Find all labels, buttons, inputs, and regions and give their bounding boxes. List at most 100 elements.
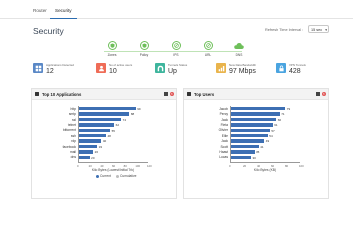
close-icon[interactable]: × — [321, 91, 326, 96]
bar[interactable] — [230, 107, 286, 111]
bar[interactable] — [230, 144, 259, 149]
x-tick-label: 40 — [100, 163, 104, 168]
bar-value-label: 49 — [265, 139, 270, 144]
bar-value-label: 55 — [111, 128, 115, 133]
x-tick-label: 100 — [135, 163, 140, 168]
status-policy[interactable]: Policy — [134, 41, 154, 57]
bar[interactable] — [78, 123, 115, 127]
bar-category-label: Jacob — [219, 106, 228, 111]
tile-label: Applications Detected — [46, 63, 74, 67]
bar[interactable] — [230, 112, 280, 116]
chevron-down-icon: ▾ — [325, 28, 327, 32]
panel-title: Top 10 Applications — [42, 91, 82, 97]
tile-value: 12 — [46, 68, 54, 75]
bar-category-label: bittorrent — [62, 128, 76, 133]
legend-swatch — [96, 174, 99, 178]
bar-value-label: 88 — [130, 112, 135, 117]
bar-value-label: 79 — [286, 106, 291, 111]
tile-applications[interactable]: Applications Detected 12 — [33, 62, 87, 79]
x-tick-label: 80 — [123, 163, 127, 168]
users-icon — [96, 63, 106, 73]
bar[interactable] — [230, 128, 270, 132]
bar[interactable] — [78, 117, 122, 122]
tile-vpn-tunnels[interactable]: VPN Tunnels 428 — [276, 62, 330, 79]
bar-value-label: 41 — [260, 144, 264, 149]
bar-category-label: mail — [69, 149, 76, 154]
bar-value-label: 71 — [281, 112, 285, 117]
tile-active-users[interactable]: No of active users 10 — [96, 62, 150, 79]
x-tick-label: 80 — [285, 163, 289, 168]
status-label: Zones — [107, 53, 117, 57]
bar[interactable] — [78, 107, 136, 111]
tile-label: Tunnels Status — [168, 63, 188, 67]
legend-item[interactable]: Cumulative — [116, 174, 137, 178]
bar[interactable] — [230, 117, 277, 122]
grid-icon[interactable] — [164, 92, 168, 96]
bar[interactable] — [230, 134, 268, 138]
bar[interactable] — [78, 128, 111, 132]
shield-check-icon — [139, 41, 149, 50]
refresh-interval-select[interactable]: 15 sec ▾ — [308, 25, 329, 33]
y-axis — [78, 106, 79, 162]
bar-category-label: ssh — [70, 133, 76, 138]
bar[interactable] — [78, 139, 102, 143]
y-axis — [230, 106, 231, 162]
bar[interactable] — [78, 155, 90, 159]
tab-bar: Router Security — [0, 0, 353, 19]
bar[interactable] — [230, 155, 251, 159]
bar[interactable] — [230, 139, 265, 143]
tunnel-icon — [155, 63, 165, 73]
bar[interactable] — [230, 150, 255, 154]
chart-icon — [35, 92, 39, 96]
bar-value-label: 26 — [94, 150, 98, 155]
legend-label: Current — [100, 174, 111, 178]
panel-header: Top Users × — [184, 89, 328, 100]
block-icon — [171, 41, 181, 50]
bar-category-label: Scott — [220, 144, 228, 149]
bar[interactable] — [78, 144, 98, 149]
bar-category-label: Percy — [219, 112, 228, 117]
status-dns[interactable]: DNS — [229, 41, 249, 57]
bar-category-label: Jack — [221, 139, 228, 144]
bar-value-label: 33 — [98, 144, 103, 149]
panel-title: Top Users — [194, 91, 215, 97]
vpn-icon — [276, 63, 286, 73]
status-ips[interactable]: IPS — [166, 41, 186, 57]
bar-category-label: dns — [70, 155, 76, 160]
bar-value-label: 30 — [252, 155, 256, 160]
bar[interactable] — [78, 150, 94, 154]
tile-tunnels-status[interactable]: Tunnels Status Up — [155, 62, 209, 79]
status-url[interactable]: URL — [198, 41, 218, 57]
bar-value-label: 54 — [269, 133, 273, 138]
x-axis-title: Kilo Bytes (Lowest/Initial Trk) — [91, 168, 135, 172]
bar-category-label: Haast — [219, 149, 228, 154]
grid-icon[interactable] — [316, 92, 320, 96]
tile-bandwidth[interactable]: New Data Bandwidth 97 Mbps — [216, 62, 270, 79]
bar[interactable] — [78, 134, 106, 138]
bar-category-label: smtp — [68, 112, 76, 117]
tab-router[interactable]: Router — [28, 4, 52, 18]
x-tick-label: 20 — [243, 163, 247, 168]
bar-category-label: Fleta — [220, 122, 228, 127]
bar-category-label: ssl — [71, 117, 76, 122]
top-users-panel: Top Users × Jacob 79 Percy 71 Jack 66 Fleta 61 O… — [183, 88, 329, 199]
bar-value-label: 66 — [277, 117, 282, 122]
bar[interactable] — [78, 112, 130, 116]
tile-label: New Data Bandwidth — [229, 63, 256, 67]
applications-icon — [33, 63, 43, 73]
tile-value: 428 — [289, 68, 301, 75]
refresh-interval-value: 15 sec — [311, 28, 323, 32]
legend-item[interactable]: Current — [96, 174, 111, 178]
tile-label: VPN Tunnels — [289, 63, 306, 67]
x-tick-label: 60 — [271, 163, 275, 168]
bar[interactable] — [230, 123, 273, 127]
x-axis — [230, 162, 300, 163]
bar-value-label: 57 — [271, 128, 275, 133]
tab-security[interactable]: Security — [50, 4, 77, 19]
bar-category-label: facebook — [62, 144, 76, 149]
bar-value-label: 48 — [107, 133, 111, 138]
x-tick-label: 100 — [299, 163, 304, 168]
close-icon[interactable]: × — [169, 91, 174, 96]
status-zones[interactable]: Zones — [102, 41, 122, 57]
status-label: DNS — [235, 53, 243, 57]
